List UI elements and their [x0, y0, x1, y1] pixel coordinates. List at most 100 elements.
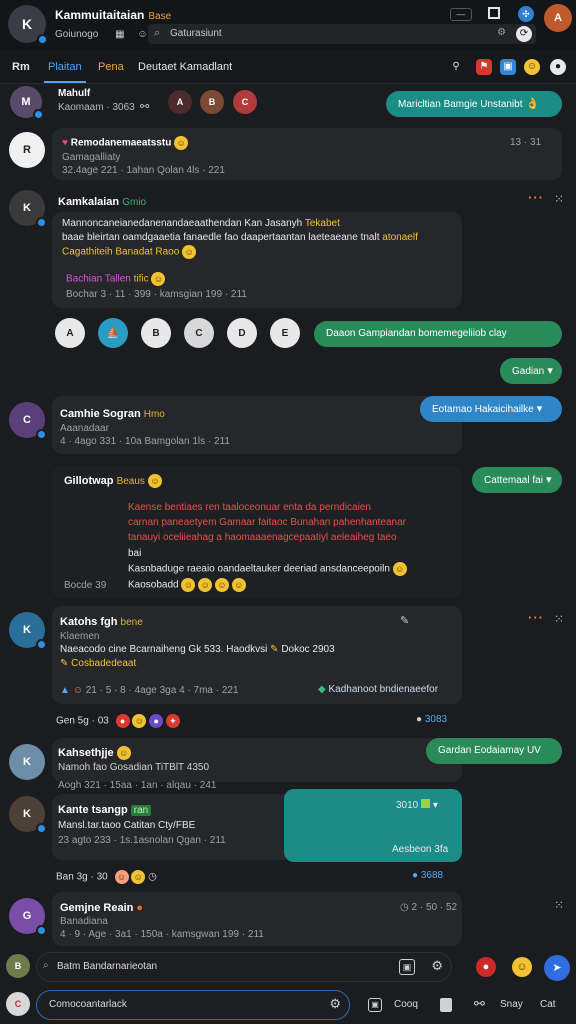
circle-icon[interactable]: ●: [550, 59, 566, 75]
message-bubble[interactable]: Maricltian Bamgie Unstanibt 👌: [386, 91, 562, 117]
settings-icon[interactable]: ⚙: [431, 958, 443, 974]
avatar[interactable]: E: [270, 318, 300, 348]
avatar[interactable]: B: [141, 318, 171, 348]
refresh-icon[interactable]: ⟳: [516, 26, 532, 42]
avatar[interactable]: G: [9, 898, 47, 936]
avatar[interactable]: R: [9, 132, 45, 168]
avatar[interactable]: C: [6, 992, 30, 1016]
emoji-icon[interactable]: ☺: [512, 957, 532, 977]
message-card[interactable]: Katohs fgh bene ✎ Klaemen Naeacodo cine …: [52, 606, 462, 704]
reaction-icon[interactable]: ✦: [165, 714, 180, 728]
card-subtitle: Mansl.tar.taoo Catitan Cty/FBE: [58, 820, 196, 831]
avatar[interactable]: K: [9, 190, 47, 228]
avatar[interactable]: K: [9, 612, 47, 650]
message-card[interactable]: Camhie Sogran Hmo Aaanadaar 4 · 4ago 331…: [52, 396, 462, 454]
image-icon[interactable]: ▣: [399, 959, 415, 975]
verified-icon: [36, 639, 47, 650]
sender-name: Kante tsangp ran: [58, 804, 152, 816]
media-preview[interactable]: 3010 ▾ Aesbeon 3fa: [284, 789, 462, 862]
avatar[interactable]: ⛵: [98, 318, 128, 348]
card-body-line: Cagathiteih Banadat Raoo ☺: [62, 245, 197, 259]
avatar[interactable]: B: [200, 90, 224, 114]
reaction-icon[interactable]: ●: [115, 714, 130, 728]
avatar[interactable]: C: [9, 402, 47, 440]
message-bubble[interactable]: Daaon Gampiandan bomemegeliiob clay: [314, 321, 562, 347]
card-link[interactable]: ◆ Kadhanoot bndienaeefor: [318, 684, 438, 695]
settings-icon[interactable]: ⚙: [497, 27, 506, 38]
user-avatar[interactable]: K: [8, 5, 48, 45]
settings-icon[interactable]: ⚙: [329, 996, 341, 1012]
bubble-text: Maricltian Bamgie Unstanibt: [398, 99, 523, 110]
avatar[interactable]: A: [168, 90, 192, 114]
verified-icon: [36, 217, 47, 228]
red-flag-icon[interactable]: ⚑: [476, 59, 492, 75]
action-cooq[interactable]: Cooq: [394, 999, 418, 1010]
app-subtitle: Goiunogo ▦ ☺ ▾: [55, 29, 159, 40]
sender-name: Camhie Sogran Hmo: [60, 408, 165, 420]
search-icon: ⌕: [43, 960, 49, 971]
reaction-icon[interactable]: ●: [149, 714, 164, 728]
reaction-icon[interactable]: ☺: [132, 714, 147, 728]
minimize-icon[interactable]: —: [450, 8, 472, 21]
action-cat[interactable]: Cat: [540, 999, 556, 1010]
avatar[interactable]: B: [6, 954, 30, 978]
message-card[interactable]: Gemjne Reain ● Banadiana 4 · 9 · Age · 3…: [52, 892, 462, 946]
reply-count[interactable]: ● 3688: [412, 870, 443, 881]
user-icon[interactable]: ☺: [137, 29, 147, 40]
card-meta: 23 agto 233 · 1s.1asnolan Qgan · 211: [58, 835, 226, 846]
tab-plaitan[interactable]: Plaitan: [44, 61, 86, 83]
more-options-icon[interactable]: ···: [528, 190, 544, 205]
search-input[interactable]: ⌕ Gaturasiunt ⚙: [148, 24, 536, 44]
menu-button[interactable]: Rm: [12, 61, 30, 73]
sender-name-text: Katohs fgh: [60, 616, 118, 628]
reply-count[interactable]: ● 3083: [416, 714, 447, 725]
send-icon[interactable]: ➤: [544, 955, 570, 981]
clock-icon[interactable]: ◷: [148, 872, 157, 883]
avatar[interactable]: M: [10, 86, 44, 120]
action-snay[interactable]: Snay: [500, 999, 523, 1010]
avatar[interactable]: K: [9, 744, 45, 780]
message-bubble[interactable]: Gardan Eodaiamay UV: [426, 738, 562, 764]
message-bubble[interactable]: Eotamao Hakaicihailke ▾: [420, 396, 562, 422]
app-title-text: Kammuitaitaian: [55, 8, 145, 22]
grid-icon[interactable]: ⁙: [554, 612, 564, 626]
card-body-line: Naeacodo cine Bcarnaiheng Gk 533. Haodkv…: [60, 644, 335, 655]
message-bubble[interactable]: Cattemaal fai ▾: [472, 467, 562, 493]
link-icon[interactable]: ⚯: [140, 100, 149, 113]
message-card[interactable]: Gillotwap Beaus ☺ Kaense bentiaes ren ta…: [52, 466, 462, 598]
profile-avatar[interactable]: A: [544, 4, 572, 32]
message-card[interactable]: Kahsethjje ☺ Namoh fao Gosadian TiTBlT 4…: [52, 738, 462, 782]
avatar[interactable]: D: [227, 318, 257, 348]
record-icon[interactable]: ▣: [368, 998, 382, 1012]
secondary-input[interactable]: Comocoantarlack ⚙: [36, 990, 350, 1020]
more-options-icon[interactable]: ···: [528, 610, 544, 625]
sender-name-text: Kahsethjje: [58, 746, 114, 759]
message-input[interactable]: ⌕ Batm Bandarnarieotan ▣ ⚙: [36, 952, 452, 982]
grid-icon[interactable]: ⁙: [554, 192, 564, 206]
avatar[interactable]: A: [55, 318, 85, 348]
app-title-tag: Base: [148, 11, 172, 22]
edit-icon[interactable]: ✎: [400, 614, 409, 627]
message-bubble[interactable]: Gadian ▾: [500, 358, 562, 384]
doc-icon[interactable]: [440, 998, 452, 1012]
pin-icon[interactable]: ●: [476, 957, 496, 977]
sync-icon[interactable]: ✣: [518, 6, 534, 22]
grid-icon[interactable]: ⁙: [554, 898, 564, 912]
avatar[interactable]: C: [184, 318, 214, 348]
tab-pena[interactable]: Pena: [98, 61, 124, 73]
message-card[interactable]: Mannoncaneianedanenandaeaathendan Kan Ja…: [52, 212, 462, 308]
link-icon[interactable]: ⚯: [474, 996, 485, 1012]
avatar[interactable]: C: [233, 90, 257, 114]
avatar[interactable]: K: [9, 796, 47, 834]
card-title: ♥ Remodanemaeatsstu ☺: [62, 136, 189, 150]
reaction-icon[interactable]: ☺: [114, 870, 129, 884]
grid-icon[interactable]: ▦: [115, 29, 124, 40]
blue-square-icon[interactable]: ▣: [500, 59, 516, 75]
smile-icon[interactable]: ☺: [524, 59, 540, 75]
maximize-icon[interactable]: [488, 7, 500, 19]
reaction-icon[interactable]: ☺: [131, 870, 146, 884]
person-add-icon[interactable]: ⚲: [448, 59, 464, 75]
tab-deutaet[interactable]: Deutaet Kamadlant: [138, 61, 232, 73]
card-subtitle: Banadiana: [60, 916, 108, 927]
message-card[interactable]: ♥ Remodanemaeatsstu ☺ Gamagalliaty 32.4a…: [52, 128, 562, 180]
